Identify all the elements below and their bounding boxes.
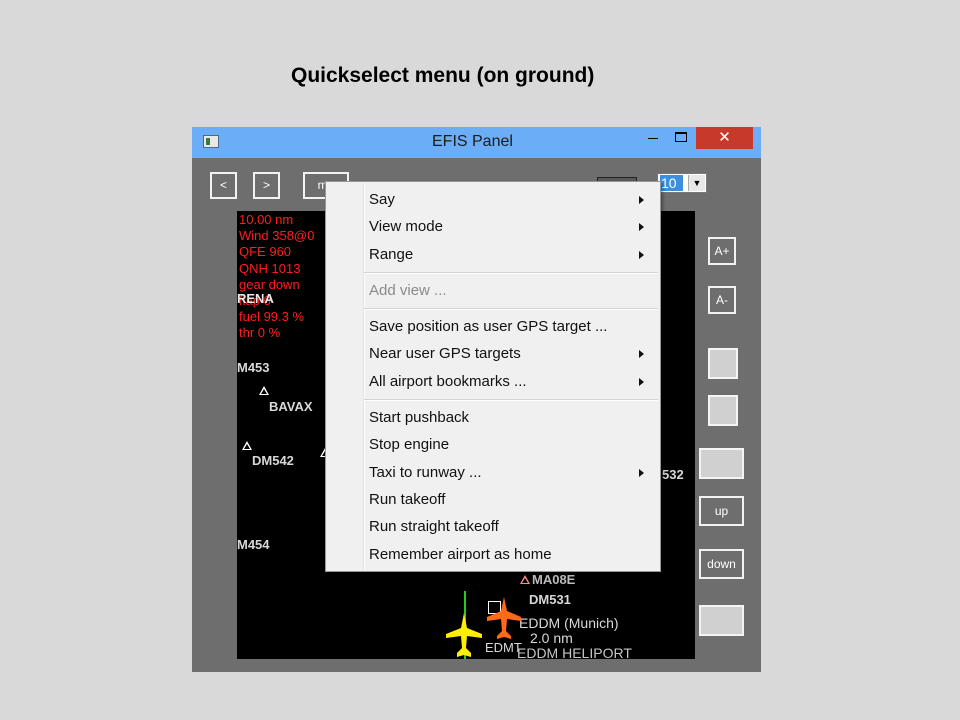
maximize-button[interactable]	[670, 127, 696, 151]
info-line: fuel 99.3 %	[239, 309, 305, 325]
menu-item-add-view: Add view ...	[369, 282, 447, 299]
submenu-arrow-icon	[639, 378, 644, 386]
info-line: 10.00 nm	[239, 212, 294, 227]
waypoint-label: BAVAX	[269, 399, 313, 414]
menu-item-taxi-to-runway[interactable]: Taxi to runway ...	[369, 464, 482, 481]
menu-separator	[364, 399, 658, 401]
app-icon[interactable]	[203, 135, 219, 148]
menu-item-view-mode[interactable]: View mode	[369, 218, 443, 235]
heliport-label: EDDM HELIPORT	[517, 645, 632, 659]
next-button[interactable]: >	[253, 172, 280, 199]
waypoint-triangle-icon	[259, 386, 269, 395]
range-select[interactable]: 10 ▼	[657, 173, 707, 193]
menu-item-start-pushback[interactable]: Start pushback	[369, 409, 469, 426]
info-line: thr 0 %	[239, 325, 281, 341]
flight-info: 10.00 nm Wind 358@0 QFE 960 QNH 1013 gea…	[239, 212, 314, 342]
prev-button[interactable]: <	[210, 172, 237, 199]
menu-separator	[364, 308, 658, 310]
waypoint-label: M453	[237, 360, 270, 375]
waypoint-triangle-icon	[520, 575, 530, 584]
waypoint-label: DM542	[252, 453, 294, 468]
menu-item-range[interactable]: Range	[369, 246, 413, 263]
waypoint-label: MA08E	[532, 572, 576, 587]
submenu-arrow-icon	[639, 223, 644, 231]
menu-item-run-takeoff[interactable]: Run takeoff	[369, 491, 445, 508]
waypoint-label: M454	[237, 537, 270, 552]
traffic-aircraft-icon	[487, 597, 521, 639]
close-button[interactable]: ✕	[696, 127, 753, 149]
menu-item-say[interactable]: Say	[369, 191, 395, 208]
side-button-blank[interactable]	[708, 395, 738, 426]
down-button[interactable]: down	[699, 549, 744, 579]
side-button-blank[interactable]	[708, 348, 738, 379]
slide-title: Quickselect menu (on ground)	[291, 64, 595, 87]
menu-item-remember-home[interactable]: Remember airport as home	[369, 546, 552, 563]
menu-separator	[364, 272, 658, 274]
distance-label: 2.0 nm	[530, 630, 573, 646]
title-bar[interactable]: EFIS Panel ✕	[192, 127, 761, 158]
zoom-in-button[interactable]: A+	[708, 237, 736, 265]
menu-item-airport-bookmarks[interactable]: All airport bookmarks ...	[369, 373, 527, 390]
quickselect-menu: Say View mode Range Add view ... Save po…	[325, 181, 661, 572]
menu-item-save-gps-target[interactable]: Save position as user GPS target ...	[369, 318, 607, 335]
submenu-arrow-icon	[639, 350, 644, 358]
own-aircraft-icon	[446, 613, 482, 657]
menu-item-stop-engine[interactable]: Stop engine	[369, 436, 449, 453]
waypoint-label: 532	[662, 467, 684, 482]
menu-item-near-gps-targets[interactable]: Near user GPS targets	[369, 345, 521, 362]
waypoint-label: DM531	[529, 592, 571, 607]
range-value: 10	[660, 175, 683, 191]
zoom-out-button[interactable]: A-	[708, 286, 736, 314]
airport-label: EDDM (Munich)	[519, 615, 619, 631]
info-line: QFE 960	[239, 244, 292, 260]
info-line: Wind 358@0	[239, 228, 315, 244]
waypoint-label: RENA	[237, 291, 274, 306]
minimize-button[interactable]	[636, 127, 670, 151]
submenu-arrow-icon	[639, 196, 644, 204]
waypoint-triangle-icon	[242, 441, 252, 450]
window-title: EFIS Panel	[432, 133, 513, 150]
info-line: QNH 1013	[239, 260, 301, 276]
submenu-arrow-icon	[639, 469, 644, 477]
menu-gutter	[363, 184, 365, 570]
chevron-down-icon[interactable]: ▼	[688, 175, 705, 191]
menu-item-run-straight-takeoff[interactable]: Run straight takeoff	[369, 518, 499, 535]
side-button-blank[interactable]	[699, 448, 744, 479]
side-button-blank[interactable]	[699, 605, 744, 636]
up-button[interactable]: up	[699, 496, 744, 526]
submenu-arrow-icon	[639, 251, 644, 259]
